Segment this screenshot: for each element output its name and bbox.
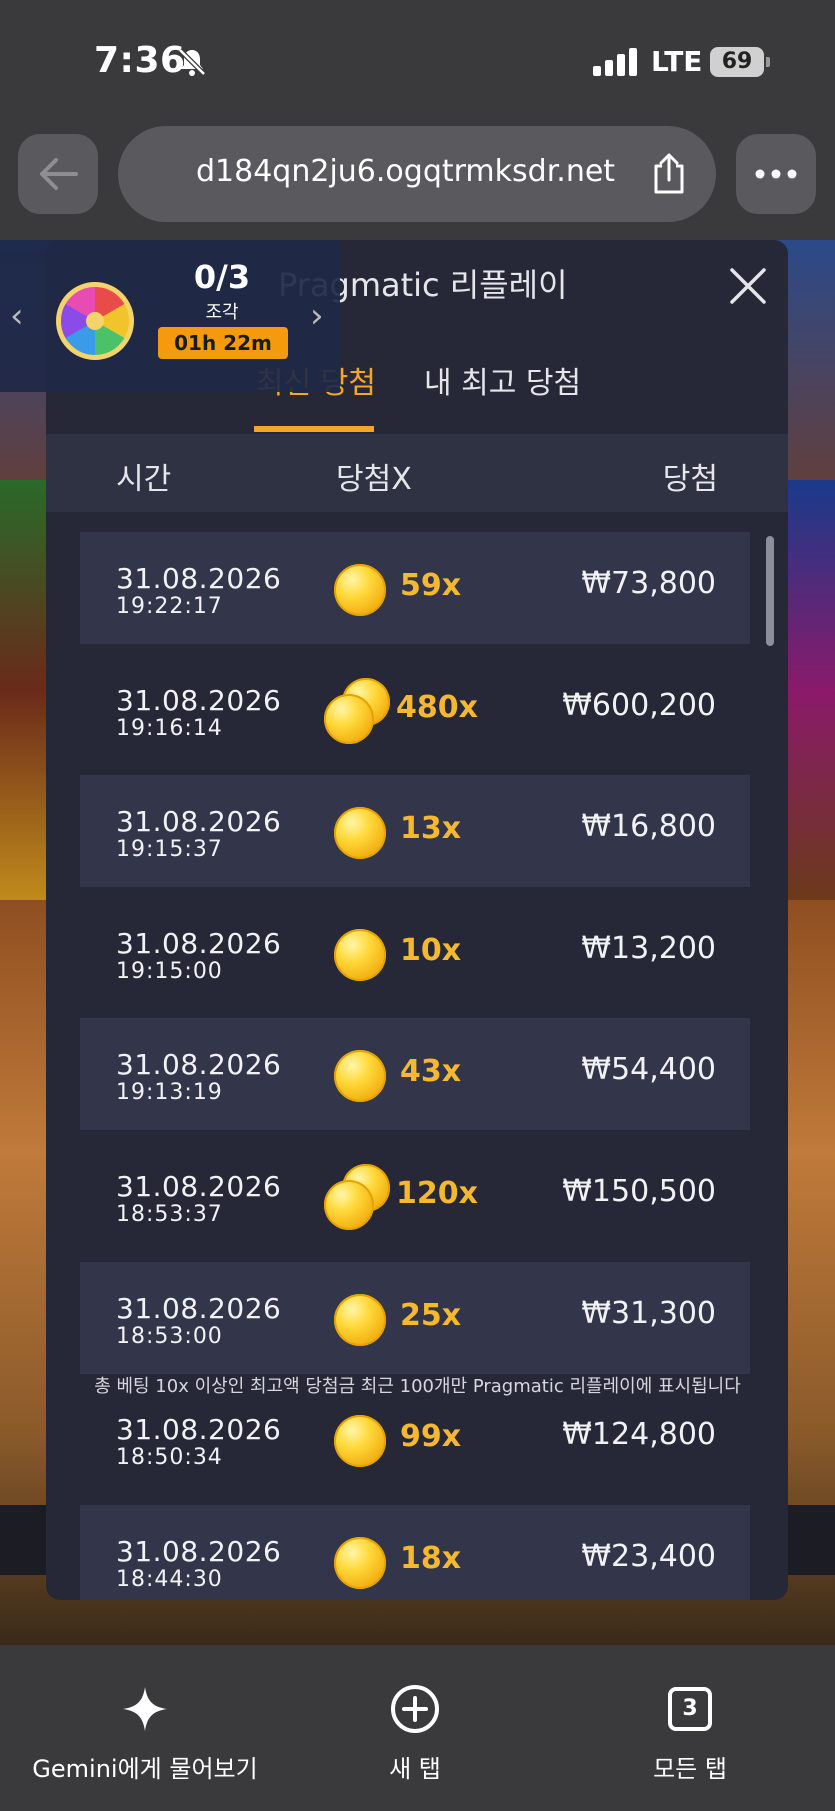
ask-gemini-button[interactable]: Gemini에게 물어보기	[30, 1645, 260, 1784]
plus-circle-icon	[391, 1685, 439, 1733]
row-time: 18:44:30	[116, 1566, 223, 1592]
coin-icon	[334, 564, 386, 616]
table-row[interactable]: 31.08.2026 19:15:00 10x ₩13,200	[80, 897, 750, 1009]
table-row[interactable]: 31.08.2026 19:16:14 480x ₩600,200	[80, 654, 750, 766]
row-multiplier: 13x	[400, 811, 462, 847]
column-header-time: 시간	[116, 462, 172, 497]
table-row[interactable]: 31.08.2026 18:53:37 120x ₩150,500	[80, 1140, 750, 1252]
sparkle-icon	[123, 1687, 167, 1731]
coin-icon	[324, 1180, 374, 1230]
game-reel-left	[0, 480, 48, 900]
row-win-amount: ₩73,800	[581, 566, 716, 601]
chevron-left-icon[interactable]: ‹	[10, 296, 24, 336]
scrollbar[interactable]	[766, 536, 774, 646]
row-time: 18:53:37	[116, 1202, 223, 1227]
share-icon[interactable]	[650, 152, 688, 196]
cellular-signal-icon	[593, 48, 637, 76]
row-time: 19:15:00	[116, 958, 223, 984]
row-date: 31.08.2026	[116, 1170, 282, 1203]
table-row[interactable]: 31.08.2026 19:13:19 43x ₩54,400	[80, 1018, 750, 1131]
row-multiplier: 18x	[400, 1540, 462, 1576]
table-row[interactable]: 31.08.2026 18:50:34 99x ₩124,800	[80, 1383, 750, 1495]
row-date: 31.08.2026	[116, 562, 282, 595]
row-multiplier: 120x	[396, 1176, 478, 1211]
chevron-right-icon[interactable]: ›	[310, 296, 324, 336]
new-tab-button[interactable]: 새 탭	[360, 1645, 470, 1784]
battery-indicator: 69	[710, 47, 770, 77]
row-win-amount: ₩54,400	[581, 1052, 716, 1088]
all-tabs-button[interactable]: 3 모든 탭	[630, 1645, 750, 1784]
row-date: 31.08.2026	[116, 1048, 282, 1082]
column-header-multiplier: 당첨X	[336, 462, 412, 497]
table-row[interactable]: 31.08.2026 19:15:37 13x ₩16,800	[80, 775, 750, 888]
coin-icon	[334, 1293, 386, 1346]
row-win-amount: ₩13,200	[581, 930, 716, 966]
row-multiplier: 480x	[396, 689, 478, 725]
row-win-amount: ₩124,800	[562, 1417, 716, 1453]
row-time: 18:50:34	[116, 1445, 223, 1471]
status-time: 7:36	[94, 40, 186, 81]
all-tabs-label: 모든 탭	[653, 1755, 727, 1783]
coin-icon	[334, 1050, 386, 1103]
footnote: 총 베팅 10x 이상인 최고액 당첨금 최근 100개만 Pragmatic …	[94, 1376, 741, 1397]
coin-icon	[334, 1536, 386, 1589]
row-multiplier: 43x	[400, 1054, 462, 1090]
row-date: 31.08.2026	[116, 926, 282, 960]
row-win-amount: ₩31,300	[581, 1295, 716, 1331]
column-header-win: 당첨	[662, 462, 718, 497]
url-text: d184qn2ju6.ogqtrmksdr.net	[196, 154, 616, 189]
bell-muted-icon	[178, 48, 206, 76]
tab-count-icon: 3	[668, 1687, 712, 1731]
table-row[interactable]: 31.08.2026 18:53:00 25x ₩31,300	[80, 1261, 750, 1374]
more-menu-button[interactable]	[736, 134, 816, 214]
new-tab-label: 새 탭	[389, 1755, 441, 1783]
row-win-amount: ₩600,200	[562, 687, 716, 723]
table-row[interactable]: 31.08.2026 19:22:17 59x ₩73,800	[80, 532, 750, 644]
row-date: 31.08.2026	[116, 805, 282, 839]
fragment-count: 0/3	[193, 258, 251, 296]
active-tab-indicator	[254, 426, 374, 432]
game-reel-right	[788, 480, 835, 900]
browser-toolbar: Gemini에게 물어보기 새 탭 3 모든 탭	[0, 1645, 835, 1811]
coin-icon	[334, 807, 386, 860]
row-multiplier: 99x	[400, 1419, 462, 1455]
row-time: 19:13:19	[116, 1080, 223, 1106]
row-multiplier: 59x	[400, 568, 462, 603]
table-header: 시간 당첨X 당첨	[46, 434, 788, 512]
coin-icon	[334, 928, 386, 981]
row-date: 31.08.2026	[116, 683, 282, 717]
ask-gemini-label: Gemini에게 물어보기	[32, 1755, 258, 1783]
row-multiplier: 10x	[400, 932, 462, 968]
row-win-amount: ₩150,500	[562, 1174, 716, 1209]
tab-my-best-wins[interactable]: 내 최고 당첨	[424, 358, 581, 402]
more-dots-icon	[755, 169, 797, 179]
row-win-amount: ₩23,400	[581, 1538, 716, 1574]
row-time: 19:22:17	[116, 594, 223, 619]
status-bar: 7:36 LTE 69	[0, 0, 835, 118]
row-win-amount: ₩16,800	[581, 809, 716, 845]
wheel-center	[86, 312, 104, 330]
back-button[interactable]	[18, 134, 98, 214]
row-time: 19:15:37	[116, 837, 223, 863]
row-date: 31.08.2026	[116, 1413, 282, 1447]
row-multiplier: 25x	[400, 1297, 462, 1333]
row-time: 18:53:00	[116, 1323, 223, 1349]
fragment-label: 조각	[205, 302, 239, 323]
coin-icon	[324, 693, 374, 744]
close-icon[interactable]	[726, 264, 770, 308]
address-bar[interactable]: d184qn2ju6.ogqtrmksdr.net	[118, 126, 716, 222]
timer-badge: 01h 22m	[158, 327, 288, 359]
network-type: LTE	[651, 45, 703, 78]
row-date: 31.08.2026	[116, 1291, 282, 1325]
arrow-left-icon	[40, 158, 78, 190]
table-row[interactable]: 31.08.2026 18:44:30 18x ₩23,400	[80, 1504, 750, 1600]
row-date: 31.08.2026	[116, 1534, 282, 1568]
row-time: 19:16:14	[116, 715, 223, 741]
coin-icon	[334, 1415, 386, 1468]
